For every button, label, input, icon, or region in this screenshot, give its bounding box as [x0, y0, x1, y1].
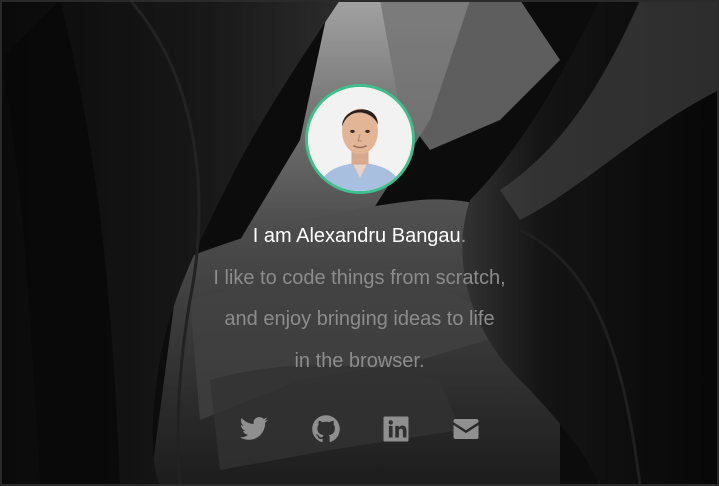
hero-section: I am Alexandru Bangau. I like to code th…: [0, 0, 719, 486]
tagline-line-3: in the browser.: [294, 350, 425, 372]
github-link[interactable]: [311, 414, 341, 444]
social-links: [0, 414, 719, 444]
portrait-image: [308, 87, 412, 191]
intro-suffix: .: [460, 225, 467, 247]
profile-avatar: [305, 84, 415, 194]
twitter-icon: [239, 417, 268, 440]
linkedin-link[interactable]: [381, 414, 411, 444]
intro-line: I am Alexandru Bangau.: [0, 222, 719, 250]
email-link[interactable]: [451, 414, 481, 444]
tagline-line-1: I like to code things from scratch,: [213, 267, 506, 289]
twitter-link[interactable]: [239, 414, 269, 444]
github-icon: [312, 415, 340, 443]
linkedin-icon: [383, 416, 409, 442]
tagline-line-2: and enjoy bringing ideas to life: [224, 308, 495, 330]
envelope-icon: [453, 419, 479, 439]
intro-prefix: I am: [252, 225, 297, 247]
author-name: Alexandru Bangau: [296, 225, 461, 247]
